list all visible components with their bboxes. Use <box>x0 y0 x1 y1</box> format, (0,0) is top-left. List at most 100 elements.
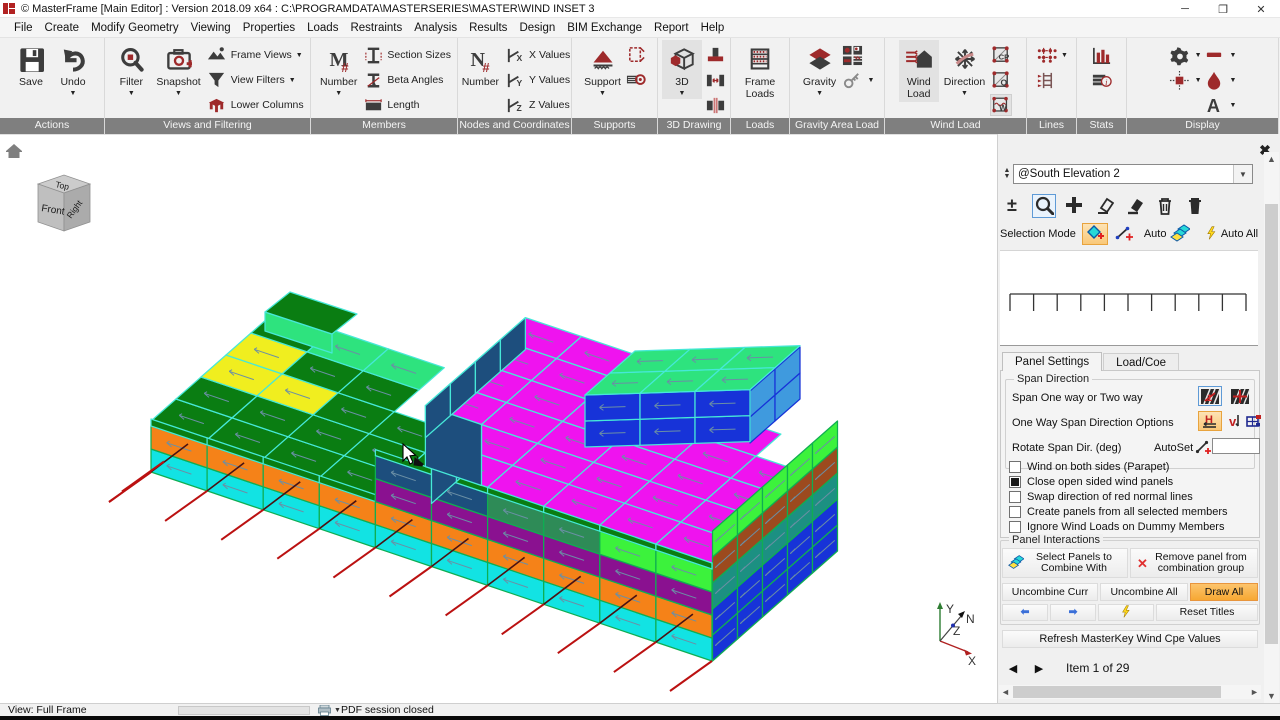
ribbon-button-w[interactable]: W <box>990 93 1013 117</box>
menu-help[interactable]: Help <box>695 18 731 38</box>
checkbox-box[interactable] <box>1009 461 1021 473</box>
home-icon[interactable] <box>6 144 22 158</box>
ribbon-button-filter[interactable]: Filter ▼ <box>111 40 151 99</box>
prev-panel-button[interactable]: ⬅ <box>1002 604 1048 621</box>
ribbon-button-beta-angles[interactable]: Beta Angles <box>362 68 451 92</box>
checkbox-box[interactable] <box>1009 476 1021 488</box>
combo-spinner[interactable]: ▲ ▼ <box>1001 164 1013 184</box>
ribbon-button-colbase3[interactable] <box>704 93 726 117</box>
toggle-selection-button[interactable]: ± <box>1002 194 1026 218</box>
ribbon-button-view-filters[interactable]: View Filters ▼ <box>206 68 304 92</box>
refresh-masterkey-button[interactable]: Refresh MasterKey Wind Cpe Values <box>1002 630 1258 648</box>
model-canvas[interactable]: Top Front Right Y X Z N <box>0 134 997 703</box>
ribbon-button-save[interactable]: Save <box>11 40 51 90</box>
ribbon-button-snapshot[interactable]: Snapshot ▼ <box>153 40 203 99</box>
view-cube[interactable]: Top Front Right <box>36 174 92 232</box>
zoom-select-button[interactable] <box>1032 194 1056 218</box>
add-panel-button[interactable] <box>1062 194 1086 218</box>
hscroll-left-icon[interactable]: ◄ <box>999 685 1012 699</box>
menu-bim-exchange[interactable]: BIM Exchange <box>561 18 648 38</box>
checkbox-box[interactable] <box>1009 491 1021 503</box>
span-one-way-button[interactable]: 1 <box>1198 386 1222 406</box>
ribbon-button-support[interactable]: Support ▼ <box>581 40 624 99</box>
ribbon-button-linesrack[interactable] <box>1035 68 1068 92</box>
ribbon-button-undo[interactable]: Undo ▼ <box>53 40 93 99</box>
span-two-way-button[interactable] <box>1228 386 1252 406</box>
ribbon-button-frame-views[interactable]: Frame Views ▼ <box>206 43 304 67</box>
ribbon-button-atext[interactable]: A ▼ <box>1204 93 1237 117</box>
ribbon-button-y-values[interactable]: Y Y Values <box>504 68 570 92</box>
vscroll-up-icon[interactable]: ▲ <box>1264 152 1279 166</box>
grid-span-button[interactable] <box>1242 411 1266 431</box>
horizontal-span-button[interactable]: H <box>1198 411 1222 431</box>
close-button[interactable]: ✕ <box>1242 0 1280 18</box>
erase-panel-button[interactable] <box>1092 194 1116 218</box>
lightning-button[interactable] <box>1098 604 1154 621</box>
vscroll-thumb[interactable] <box>1265 204 1278 644</box>
checkbox-create-panels-from-all-selected-members[interactable]: Create panels from all selected members <box>1009 505 1228 519</box>
ribbon-button-cp[interactable]: CP <box>990 43 1012 67</box>
ribbon-button-colbase1[interactable] <box>704 43 726 67</box>
ribbon-button-gravkey[interactable]: ▼ <box>842 68 874 92</box>
ribbon-button-rednode[interactable]: ▼ <box>1169 68 1202 92</box>
ribbon-button-3d[interactable]: 3D ▼ <box>662 40 702 99</box>
menu-analysis[interactable]: Analysis <box>408 18 463 38</box>
vscroll-down-icon[interactable]: ▼ <box>1264 689 1279 703</box>
panel-horizontal-scrollbar[interactable]: ◄ ► <box>999 685 1261 699</box>
ribbon-button-colbase2[interactable] <box>704 68 726 92</box>
checkbox-box[interactable] <box>1009 521 1021 533</box>
menu-results[interactable]: Results <box>463 18 513 38</box>
uncombine-curr-button[interactable]: Uncombine Curr <box>1002 583 1098 601</box>
panel-vertical-scrollbar[interactable]: ▲ ▼ <box>1264 152 1279 703</box>
ribbon-button-statchart[interactable] <box>1091 43 1113 67</box>
checkbox-ignore-wind-loads-on-dummy-members[interactable]: Ignore Wind Loads on Dummy Members <box>1009 520 1224 534</box>
item-next-button[interactable]: ▶ <box>1028 658 1050 678</box>
combo-dropdown-icon[interactable]: ▼ <box>1233 165 1252 183</box>
remove-panel-button[interactable]: ✕ Remove panel from combination group <box>1130 548 1258 578</box>
ribbon-button-statinfo[interactable]: i <box>1091 68 1113 92</box>
checkbox-wind-on-both-sides-parapet-[interactable]: Wind on both sides (Parapet) <box>1009 460 1169 474</box>
ribbon-button-length[interactable]: Length <box>362 93 451 117</box>
tab-load-cpe[interactable]: Load/Coe <box>1103 353 1180 371</box>
menu-file[interactable]: File <box>8 18 39 38</box>
checkbox-close-open-sided-wind-panels[interactable]: Close open sided wind panels <box>1009 475 1173 489</box>
hscroll-thumb[interactable] <box>1013 686 1221 698</box>
item-prev-button[interactable]: ◀ <box>1002 658 1024 678</box>
auto-all-button[interactable]: Auto All <box>1196 223 1266 245</box>
ribbon-button-droplet[interactable]: ▼ <box>1204 68 1236 92</box>
ribbon-button-number[interactable]: N # Number <box>459 40 502 90</box>
ribbon-button-redminus[interactable]: ▼ <box>1204 43 1236 67</box>
menu-report[interactable]: Report <box>648 18 695 38</box>
ribbon-button-gravity[interactable]: Gravity ▼ <box>800 40 840 99</box>
menu-design[interactable]: Design <box>513 18 561 38</box>
ribbon-button-number[interactable]: M # Number ▼ <box>317 40 360 99</box>
ribbon-button-supp1[interactable] <box>626 43 648 67</box>
hscroll-right-icon[interactable]: ► <box>1248 685 1261 699</box>
ribbon-button-lower-columns[interactable]: Lower Columns <box>206 93 304 117</box>
restore-button[interactable]: ❐ <box>1204 0 1242 18</box>
next-panel-button[interactable]: ➡ <box>1050 604 1096 621</box>
tab-panel-settings[interactable]: Panel Settings <box>1002 352 1103 371</box>
ribbon-button-direction[interactable]: Direction ▼ <box>941 40 988 99</box>
ribbon-button-grav4[interactable] <box>842 43 875 67</box>
ribbon-button-x-values[interactable]: X X Values <box>504 43 570 67</box>
select-panels-combine-button[interactable]: Select Panels to Combine With <box>1002 548 1128 578</box>
select-line-mode-button[interactable] <box>1111 223 1137 245</box>
ribbon-button-frame-loads[interactable]: Frame Loads <box>740 40 780 102</box>
auto-button[interactable] <box>1167 223 1193 245</box>
checkbox-box[interactable] <box>1009 506 1021 518</box>
checkbox-swap-direction-of-red-normal-lines[interactable]: Swap direction of red normal lines <box>1009 490 1193 504</box>
ribbon-button-wind-load[interactable]: Wind Load <box>898 40 939 102</box>
ribbon-button-z-values[interactable]: Z Z Values <box>504 93 570 117</box>
elevation-combobox[interactable]: @South Elevation 2 ▼ <box>1013 164 1253 184</box>
delete-all-button[interactable] <box>1182 194 1206 218</box>
draw-all-button[interactable]: Draw All <box>1190 583 1258 601</box>
uncombine-all-button[interactable]: Uncombine All <box>1100 583 1188 601</box>
menu-viewing[interactable]: Viewing <box>185 18 237 38</box>
minimize-button[interactable]: ─ <box>1166 0 1204 18</box>
menu-properties[interactable]: Properties <box>237 18 301 38</box>
panel-preview[interactable] <box>1000 250 1258 346</box>
ribbon-button-q[interactable]: Q <box>990 68 1012 92</box>
rotate-span-input[interactable] <box>1212 438 1260 454</box>
menu-loads[interactable]: Loads <box>301 18 344 38</box>
